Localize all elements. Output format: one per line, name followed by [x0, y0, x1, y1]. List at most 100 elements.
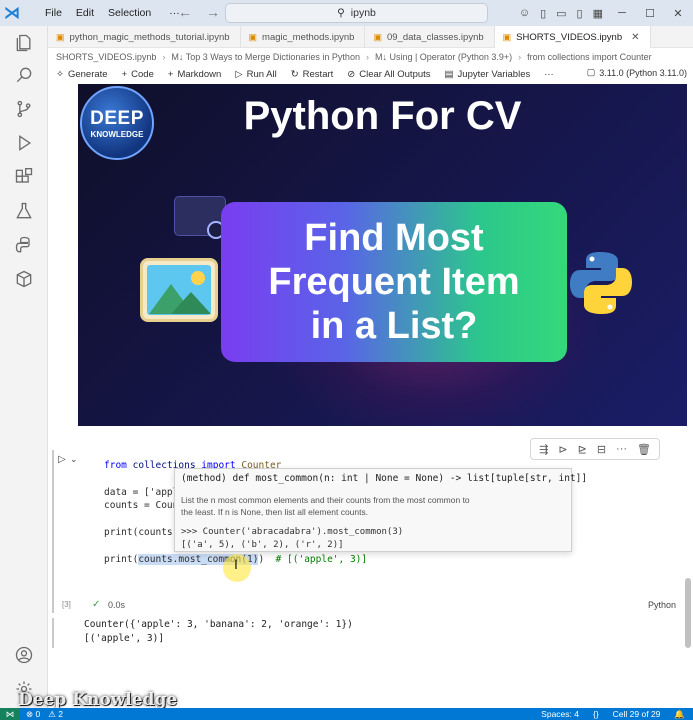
kernel-picker[interactable]: ▢ 3.11.0 (Python 3.11.0): [587, 67, 687, 78]
breadcrumb-separator-icon: ›: [365, 51, 369, 62]
notebook-icon: ▣: [248, 31, 258, 42]
editor-tabs: ▣ python_magic_methods_tutorial.ipynb ▣ …: [48, 26, 693, 48]
search-activity-icon[interactable]: [0, 58, 48, 92]
scrollbar[interactable]: [685, 578, 691, 648]
headline-line: in a List?: [310, 305, 478, 347]
breadcrumb-item[interactable]: M↓ Using | Operator (Python 3.9+): [375, 52, 512, 62]
close-window-button[interactable]: ✕: [669, 7, 687, 20]
generate-button[interactable]: ✧ Generate: [56, 69, 108, 80]
split-cell-icon[interactable]: ⊟: [597, 443, 606, 456]
tab-data-classes[interactable]: ▣ 09_data_classes.ipynb: [365, 26, 495, 48]
copilot-icon[interactable]: ☺: [519, 7, 530, 19]
errors-count[interactable]: ⊗ 0: [26, 709, 40, 720]
execute-below-icon[interactable]: ⊵: [578, 443, 587, 456]
braces-icon[interactable]: {}: [593, 709, 599, 720]
method-signature: (method) def most_common(n: int | None =…: [181, 473, 588, 484]
tab-label: python_magic_methods_tutorial.ipynb: [69, 31, 230, 43]
remote-explorer-icon[interactable]: [0, 262, 48, 296]
clear-outputs-button[interactable]: ⊘ Clear All Outputs: [347, 69, 430, 80]
thumbnail-image: DEEP KNOWLEDGE Python For CV Find Most F…: [78, 84, 687, 426]
run-by-line-icon[interactable]: ⇶: [539, 443, 548, 456]
kernel-icon: ▢: [586, 67, 596, 77]
window-controls: ☺ ▯ ▭ ▯ ▦ ─ ☐ ✕: [519, 0, 693, 26]
command-center-search[interactable]: ⚲ ipynb: [225, 3, 488, 23]
tab-label: 09_data_classes.ipynb: [386, 31, 484, 43]
cell-output: Counter({'apple': 3, 'banana': 2, 'orang…: [84, 619, 353, 644]
back-arrow-icon[interactable]: ←: [178, 4, 192, 20]
clear-icon: ⊘: [347, 68, 356, 80]
docstring-example: >>> Counter('abracadabra').most_common(3…: [181, 527, 404, 550]
add-code-cell-button[interactable]: + Code: [122, 69, 154, 80]
method-docstring: List the n most common elements and thei…: [181, 495, 470, 517]
tab-label: magic_methods.ipynb: [262, 31, 355, 43]
notifications-bell-icon[interactable]: 🔔: [674, 709, 685, 720]
menu-edit[interactable]: Edit: [69, 7, 101, 19]
run-debug-icon[interactable]: [0, 126, 48, 160]
status-bar: ⋈ ⊗ 0 ⚠ 2 Spaces: 4 {} Cell 29 of 29 🔔: [0, 708, 693, 720]
breadcrumb: SHORTS_VIDEOS.ipynb › M↓ Top 3 Ways to M…: [48, 48, 693, 65]
cell-language[interactable]: Python: [648, 600, 676, 610]
sparkle-icon: ✧: [56, 68, 64, 80]
notebook-toolbar: ✧ Generate + Code + Markdown ▷ Run All ↻ Rest…: [48, 65, 693, 83]
code-line: data = ['appl: [104, 486, 179, 498]
cell-position[interactable]: Cell 29 of 29: [613, 709, 661, 720]
vscode-logo-icon: ⋊: [4, 5, 20, 22]
toolbar-more-button[interactable]: ···: [544, 69, 554, 80]
python-logo-icon: [570, 252, 632, 314]
search-text: ipynb: [350, 7, 376, 19]
tab-magic-methods[interactable]: ▣ magic_methods.ipynb: [241, 26, 366, 48]
code-line: counts = Coun: [104, 500, 179, 512]
headline-line: Find Most: [304, 217, 484, 259]
run-cell-icon[interactable]: ▷: [58, 454, 66, 465]
tab-python-magic-methods-tutorial[interactable]: ▣ python_magic_methods_tutorial.ipynb: [48, 26, 241, 48]
layout-sidebar-icon[interactable]: ▯: [540, 7, 546, 20]
nav-arrows: ← →: [178, 4, 220, 20]
extensions-icon[interactable]: [0, 160, 48, 194]
menu-selection[interactable]: Selection: [101, 7, 158, 19]
indentation-status[interactable]: Spaces: 4: [541, 709, 579, 720]
menu-bar: File Edit Selection ···: [38, 7, 187, 19]
jupyter-variables-button[interactable]: ▤ Jupyter Variables: [445, 69, 531, 80]
run-all-button[interactable]: ▷ Run All: [235, 69, 276, 80]
variables-icon: ▤: [444, 68, 454, 80]
customize-layout-icon[interactable]: ▦: [593, 7, 603, 20]
chevron-down-icon[interactable]: ⌄: [70, 454, 78, 465]
output-bar: [52, 618, 54, 648]
layout-panel-icon[interactable]: ▭: [556, 7, 566, 20]
menu-file[interactable]: File: [38, 7, 69, 19]
headline-line: Frequent Item: [268, 261, 520, 303]
restart-button[interactable]: ↻ Restart: [291, 69, 334, 80]
plus-icon: +: [167, 68, 174, 80]
maximize-button[interactable]: ☐: [641, 7, 659, 20]
execution-time: 0.0s: [108, 600, 126, 610]
warnings-count[interactable]: ⚠ 2: [48, 709, 63, 720]
delete-cell-icon[interactable]: 🗑: [637, 443, 651, 456]
explorer-icon[interactable]: [0, 26, 48, 60]
layout-secondary-icon[interactable]: ▯: [577, 7, 583, 20]
forward-arrow-icon[interactable]: →: [206, 4, 220, 20]
restart-icon: ↻: [290, 68, 299, 80]
tab-shorts-videos[interactable]: ▣ SHORTS_VIDEOS.ipynb ✕: [494, 26, 651, 48]
cell-more-icon[interactable]: ···: [616, 443, 627, 455]
execute-above-icon[interactable]: ⊳: [558, 443, 567, 456]
python-icon[interactable]: [0, 228, 48, 262]
breadcrumb-separator-icon: ›: [518, 51, 522, 62]
notebook-icon: ▣: [56, 31, 65, 42]
remote-indicator-icon[interactable]: ⋈: [0, 708, 20, 720]
breadcrumb-separator-icon: ›: [162, 51, 166, 62]
code-line: print(counts): [104, 527, 179, 539]
account-icon[interactable]: [0, 638, 48, 672]
breadcrumb-item[interactable]: M↓ Top 3 Ways to Merge Dictionaries in P…: [171, 52, 360, 62]
close-tab-icon[interactable]: ✕: [631, 32, 639, 43]
activity-bar: [0, 26, 48, 708]
breadcrumb-item[interactable]: from collections import Counter: [527, 52, 652, 62]
plus-icon: +: [121, 68, 128, 80]
success-check-icon: ✓: [92, 599, 101, 610]
add-markdown-cell-button[interactable]: + Markdown: [168, 69, 221, 80]
source-control-icon[interactable]: [0, 92, 48, 126]
breadcrumb-item[interactable]: SHORTS_VIDEOS.ipynb: [56, 52, 156, 62]
testing-flask-icon[interactable]: [0, 194, 48, 228]
cell-status: [3] ✓ 0.0s Python: [52, 598, 682, 614]
text-cursor-icon: I: [234, 556, 238, 572]
minimize-button[interactable]: ─: [613, 7, 631, 19]
